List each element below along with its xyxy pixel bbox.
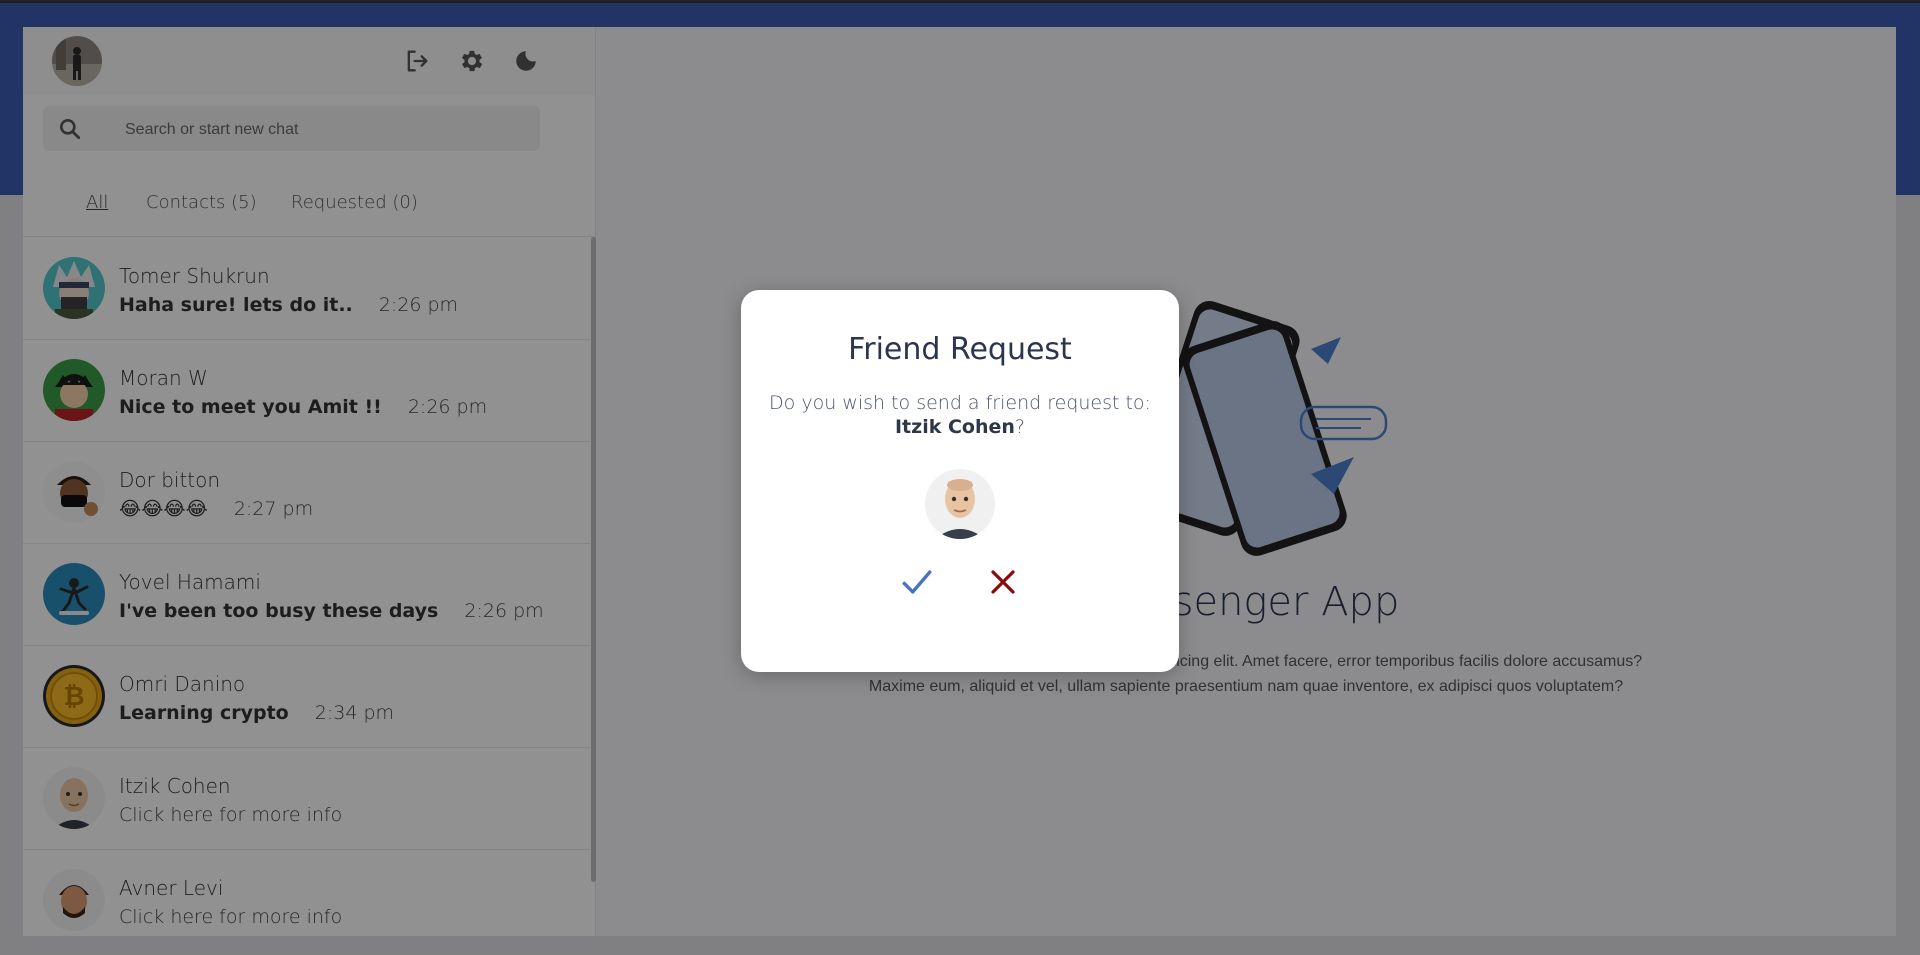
dialog-message: Do you wish to send a friend request to:… [769,392,1151,438]
cancel-button[interactable] [981,560,1025,604]
check-icon [902,570,932,594]
close-icon [991,570,1015,594]
confirm-button[interactable] [895,560,939,604]
request-target-avatar [925,469,995,539]
request-target-name: Itzik Cohen [894,416,1015,438]
dialog-title: Friend Request [848,332,1072,367]
friend-request-dialog: Friend Request Do you wish to send a fri… [741,290,1179,672]
